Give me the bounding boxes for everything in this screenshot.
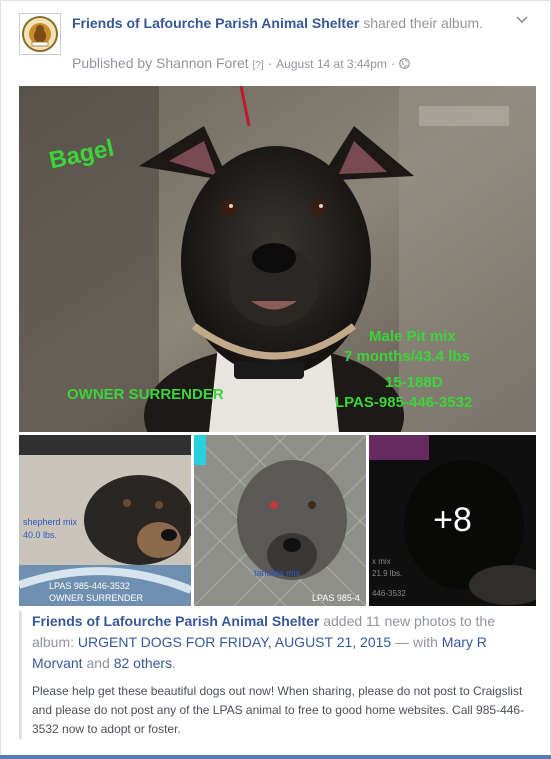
dog-info-line2: 7 months/43.4 lbs: [344, 348, 470, 365]
page-name-link[interactable]: Friends of Lafourche Parish Animal Shelt…: [72, 15, 359, 31]
thumb-photo-3[interactable]: x mix 21.9 lbs. 446-3532 +8: [369, 435, 536, 606]
action-text: shared their album.: [363, 15, 484, 31]
publisher-link[interactable]: Shannon Foret: [156, 55, 249, 71]
help-mark[interactable]: [?]: [253, 60, 264, 71]
period: .: [172, 655, 176, 671]
shelter-logo-icon: [22, 16, 58, 52]
thumb-side-text: tahoula mix: [254, 568, 301, 578]
thumb-line2: OWNER SURRENDER: [49, 593, 144, 603]
album-description: Please help get these beautiful dogs out…: [32, 684, 525, 736]
post-meta: Published by Shannon Foret [?] · August …: [72, 55, 411, 71]
status-label: OWNER SURRENDER: [67, 386, 224, 403]
thumb-side-text2: 40.0 lbs.: [23, 530, 58, 540]
timestamp-link[interactable]: August 14 at 3:44pm: [276, 57, 387, 71]
thumb-side-text: shepherd mix: [23, 517, 78, 527]
with-text: — with: [395, 634, 438, 650]
post-header: Friends of Lafourche Parish Animal Shelt…: [72, 13, 512, 34]
post-card: Friends of Lafourche Parish Animal Shelt…: [0, 0, 551, 757]
published-prefix: Published by: [72, 55, 153, 71]
bottom-bar: [0, 755, 551, 759]
main-photo[interactable]: Bagel Male Pit mix 7 months/43.4 lbs 15-…: [19, 86, 536, 432]
separator: ·: [390, 55, 396, 71]
separator: ·: [267, 55, 273, 71]
dog-info-line1: Male Pit mix: [369, 328, 456, 345]
album-summary: Friends of Lafourche Parish Animal Shelt…: [32, 611, 534, 674]
dog-info-line3: 15-188D: [385, 374, 443, 391]
album-title-link[interactable]: URGENT DOGS FOR FRIDAY, AUGUST 21, 2015: [78, 634, 391, 650]
dog-info-line4: LPAS-985-446-3532: [335, 394, 473, 411]
thumb-line1: LPAS 985-446-3532: [49, 581, 130, 591]
dog-photo: [194, 435, 366, 606]
page-avatar[interactable]: [19, 13, 61, 55]
album-page-link[interactable]: Friends of Lafourche Parish Animal Shelt…: [32, 613, 319, 629]
and-text: and: [86, 655, 110, 671]
album-attachment: Friends of Lafourche Parish Animal Shelt…: [19, 611, 534, 739]
globe-icon[interactable]: [399, 58, 411, 69]
more-photos-overlay[interactable]: +8: [369, 435, 536, 606]
chevron-down-icon[interactable]: [515, 13, 529, 27]
thumb-corner-text: LPAS 985-4: [312, 593, 360, 603]
others-link[interactable]: 82 others: [114, 655, 172, 671]
thumb-photo-1[interactable]: shepherd mix 40.0 lbs. LPAS 985-446-3532…: [19, 435, 191, 606]
thumb-photo-2[interactable]: tahoula mix LPAS 985-4: [194, 435, 366, 606]
